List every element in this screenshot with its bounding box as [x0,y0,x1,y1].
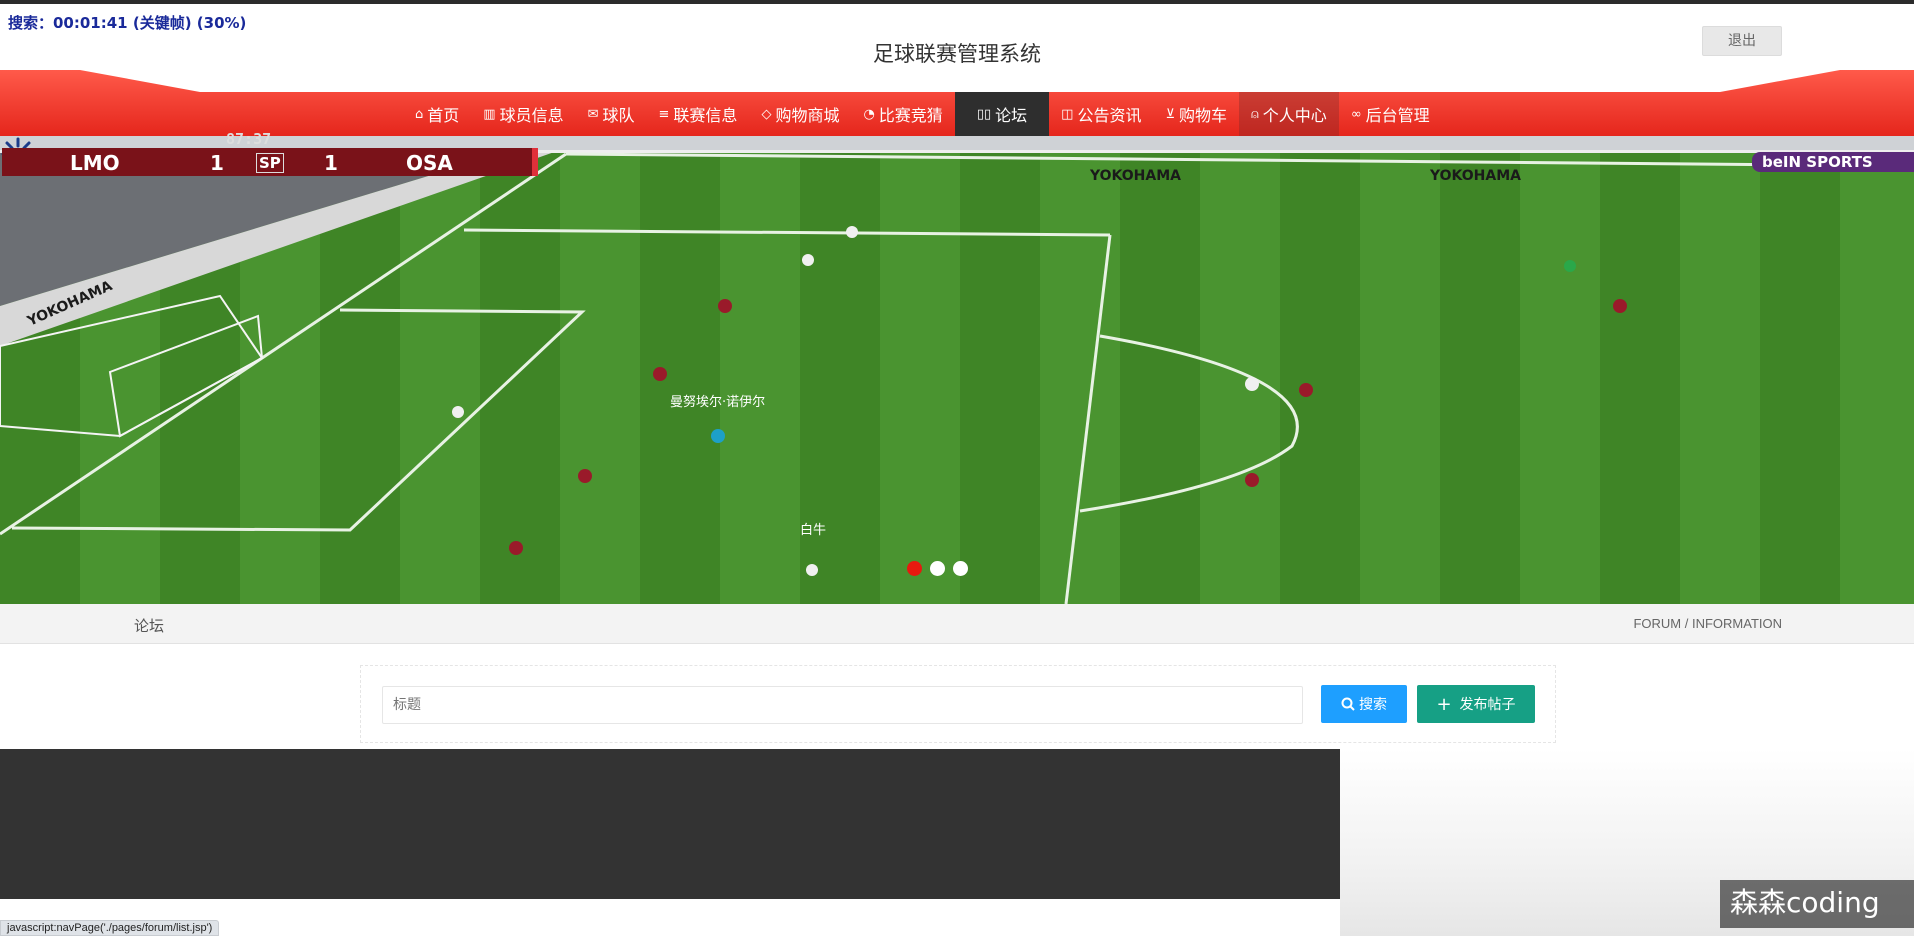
away-goals: 1 [324,151,338,175]
read-icon: ◫ [1061,106,1074,122]
sliders-icon: ≡ [658,106,670,122]
home-team: LMO [70,151,120,175]
search-button-label: 搜索 [1359,697,1387,713]
title-search-input[interactable] [382,686,1303,724]
nav-item-label: 球队 [602,106,635,125]
search-panel: 搜索 + 发布帖子 [360,665,1556,743]
page-title: 足球联赛管理系统 [873,42,1041,66]
nav-item-0[interactable]: ⌂ 首页 [403,92,471,136]
palette-icon: ◔ [863,106,875,122]
new-post-button-label: 发布帖子 [1459,697,1516,713]
nav-menu: ⌂ 首页 ▥ 球员信息 ✉ 球队 ≡ 联赛信息 ◇ 购物商城 ◔ 比赛竞猜 ▯▯ 论坛 ◫ 公告资讯 ⊻ 购物车 ⍝… [403,92,1442,136]
player-label-1: 曼努埃尔·诺伊尔 [670,395,765,410]
breadcrumb-subtitle: FORUM / INFORMATION [1633,616,1782,631]
nav-item-label: 公告资讯 [1077,106,1142,125]
breadcrumb-current: 论坛 [134,617,165,635]
browser-status-bar: javascript:navPage('./pages/forum/list.j… [0,920,220,936]
ad-board-1: YOKOHAMA [1089,168,1181,184]
sp-badge: SP [256,153,284,173]
plus-icon: + [1436,693,1452,715]
nav-item-label: 购物商城 [775,106,840,125]
nav-item-1[interactable]: ▥ 球员信息 [471,92,575,136]
match-clock: 87:37 [226,130,272,148]
nav-item-label: 球员信息 [499,106,564,125]
main-nav: ⌂ 首页 ▥ 球员信息 ✉ 球队 ≡ 联赛信息 ◇ 购物商城 ◔ 比赛竞猜 ▯▯ 论坛 ◫ 公告资讯 ⊻ 购物车 ⍝… [0,92,1914,136]
nav-item-label: 后台管理 [1365,106,1430,125]
carousel-dot-3[interactable] [953,561,968,576]
nav-item-10[interactable]: ∞ 后台管理 [1339,92,1442,136]
nav-item-7[interactable]: ◫ 公告资讯 [1049,92,1153,136]
home-icon: ⌂ [415,106,424,122]
video-watermark: 森森coding [1720,880,1914,928]
carousel-dots [907,561,968,576]
nav-item-label: 比赛竞猜 [878,106,943,125]
book-icon: ▯▯ [976,106,992,122]
cart-icon: ⊻ [1165,106,1175,122]
nav-item-9[interactable]: ⍝ 个人中心 [1238,92,1339,136]
search-button[interactable]: 搜索 [1321,685,1407,723]
search-icon [1341,697,1355,711]
player-label-2: 白牛 [800,522,826,538]
logout-button[interactable]: 退出 [1702,26,1782,56]
user-icon: ⍝ [1250,106,1259,122]
new-post-button[interactable]: + 发布帖子 [1417,685,1535,723]
nav-item-5[interactable]: ◔ 比赛竞猜 [851,92,954,136]
tag-icon: ◇ [761,106,772,122]
scoreboard: LMO 1 SP 1 OSA [2,148,538,176]
ad-board-2: YOKOHAMA [1429,168,1521,184]
banner-carousel[interactable]: 曼努埃尔·诺伊尔 白牛 YOKOHAMA YOKOHAMA YOKOHAMA [0,136,1914,604]
recording-overlay-text: 搜索：00:01:41 (关键帧) (30%) [8,14,247,32]
nav-item-label: 个人中心 [1262,106,1327,125]
nav-item-4[interactable]: ◇ 购物商城 [749,92,851,136]
carousel-dot-2[interactable] [930,561,945,576]
nav-item-2[interactable]: ✉ 球队 [576,92,647,136]
nav-item-6[interactable]: ▯▯ 论坛 [954,92,1050,136]
home-goals: 1 [210,151,224,175]
nav-item-3[interactable]: ≡ 联赛信息 [647,92,750,136]
football-pitch-image: 曼努埃尔·诺伊尔 白牛 YOKOHAMA YOKOHAMA YOKOHAMA [0,136,1914,604]
carousel-dot-1[interactable] [907,561,922,576]
breadcrumb: 论坛 FORUM / INFORMATION [0,604,1914,644]
nav-item-label: 联赛信息 [673,106,738,125]
gift-icon: ▥ [483,106,496,122]
broadcaster-logo: beIN SPORTS [1752,152,1914,172]
mail-icon: ✉ [587,106,599,122]
nav-item-label: 论坛 [995,106,1028,125]
nav-item-8[interactable]: ⊻ 购物车 [1153,92,1239,136]
nav-item-label: 首页 [427,106,460,125]
link-icon: ∞ [1350,106,1362,122]
nav-item-label: 购物车 [1178,106,1227,125]
away-team: OSA [406,151,453,175]
